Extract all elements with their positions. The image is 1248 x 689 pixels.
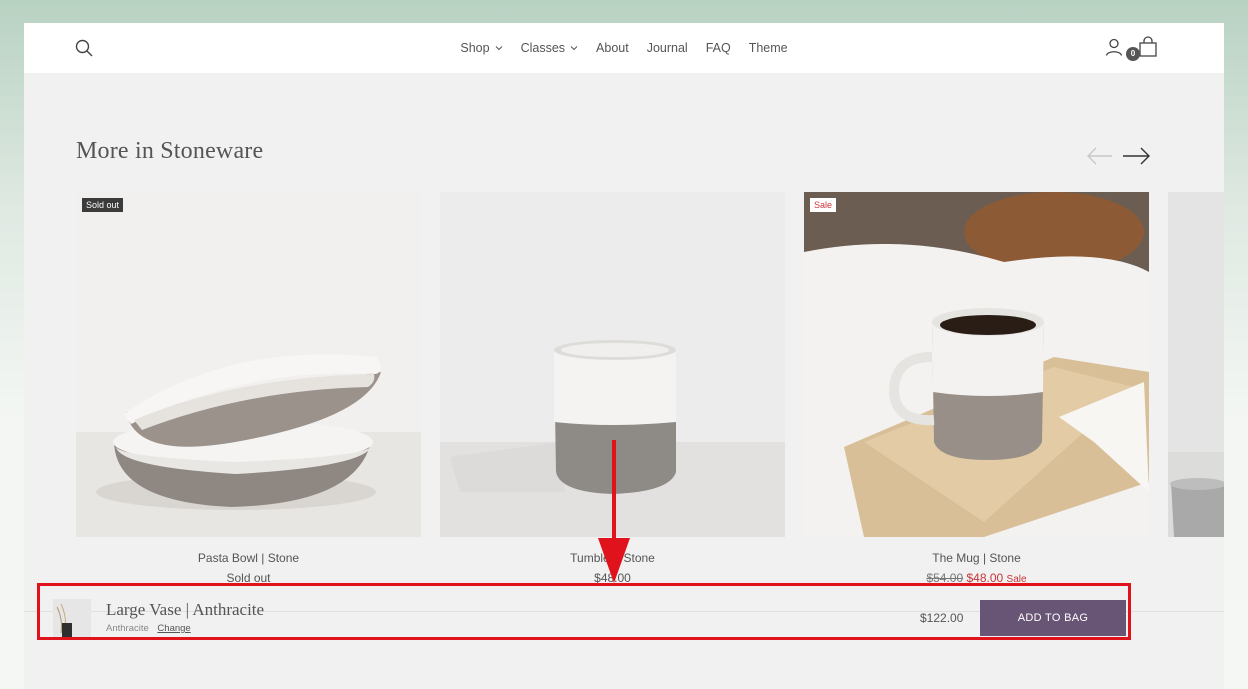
sticky-add-to-bag-bar: Large Vase | Anthracite Anthracite Chang… <box>37 583 1131 640</box>
product-card-partial[interactable] <box>1168 192 1224 537</box>
change-variant-link[interactable]: Change <box>157 623 190 634</box>
sale-badge: Sale <box>810 198 837 212</box>
nav-label: Shop <box>460 41 490 55</box>
cart-count-badge: 0 <box>1126 47 1140 61</box>
account-icon[interactable] <box>1104 37 1124 57</box>
sticky-variant: Anthracite Change <box>106 623 191 634</box>
nav-label: About <box>596 41 629 55</box>
site-header: Shop Classes About Journal FAQ Theme 0 <box>24 23 1224 73</box>
product-image-partial <box>1168 192 1224 537</box>
product-card: Sale The Mug | Stone $54.00 $48.00 Sale <box>804 192 1149 585</box>
product-image[interactable]: Sale <box>804 192 1149 537</box>
nav-item-faq[interactable]: FAQ <box>706 41 731 55</box>
sticky-price: $122.00 <box>920 611 964 625</box>
product-image[interactable]: Sold out <box>76 192 421 537</box>
arrow-left-icon[interactable] <box>1086 143 1114 169</box>
nav-label: Theme <box>748 41 788 55</box>
vase-image <box>53 599 91 637</box>
product-image[interactable] <box>440 192 785 537</box>
nav-item-journal[interactable]: Journal <box>647 41 688 55</box>
add-to-bag-button[interactable]: ADD TO BAG <box>980 600 1126 636</box>
product-title[interactable]: Pasta Bowl | Stone <box>76 551 421 565</box>
sticky-product-name: Large Vase | Anthracite <box>106 600 265 619</box>
product-card: Tumbler | Stone $48.00 <box>440 192 785 585</box>
chevron-down-icon <box>570 46 578 51</box>
nav-label: Journal <box>646 41 688 55</box>
mug-image <box>804 192 1149 537</box>
product-card: Sold out Pasta Bowl | Stone Sold out <box>76 192 421 585</box>
arrow-right-icon[interactable] <box>1121 143 1151 169</box>
nav-item-about[interactable]: About <box>596 41 629 55</box>
nav-label: Classes <box>520 41 566 55</box>
sticky-product-thumbnail <box>53 599 91 637</box>
product-title[interactable]: The Mug | Stone <box>804 551 1149 565</box>
section-title: More in Stoneware <box>76 138 264 164</box>
nav-label: FAQ <box>705 41 731 55</box>
chevron-down-icon <box>495 46 502 51</box>
nav-item-shop[interactable]: Shop <box>460 41 502 55</box>
shopping-bag-icon[interactable] <box>1137 36 1159 58</box>
nav-item-theme[interactable]: Theme <box>749 41 788 55</box>
product-title[interactable]: Tumbler | Stone <box>440 551 785 565</box>
nav-item-classes[interactable]: Classes <box>521 41 578 55</box>
variant-label: Anthracite <box>106 623 149 634</box>
main-nav: Shop Classes About Journal FAQ Theme <box>24 23 1224 73</box>
sold-out-badge: Sold out <box>82 198 124 212</box>
tumbler-image <box>440 192 785 537</box>
bowl-image <box>76 192 421 537</box>
